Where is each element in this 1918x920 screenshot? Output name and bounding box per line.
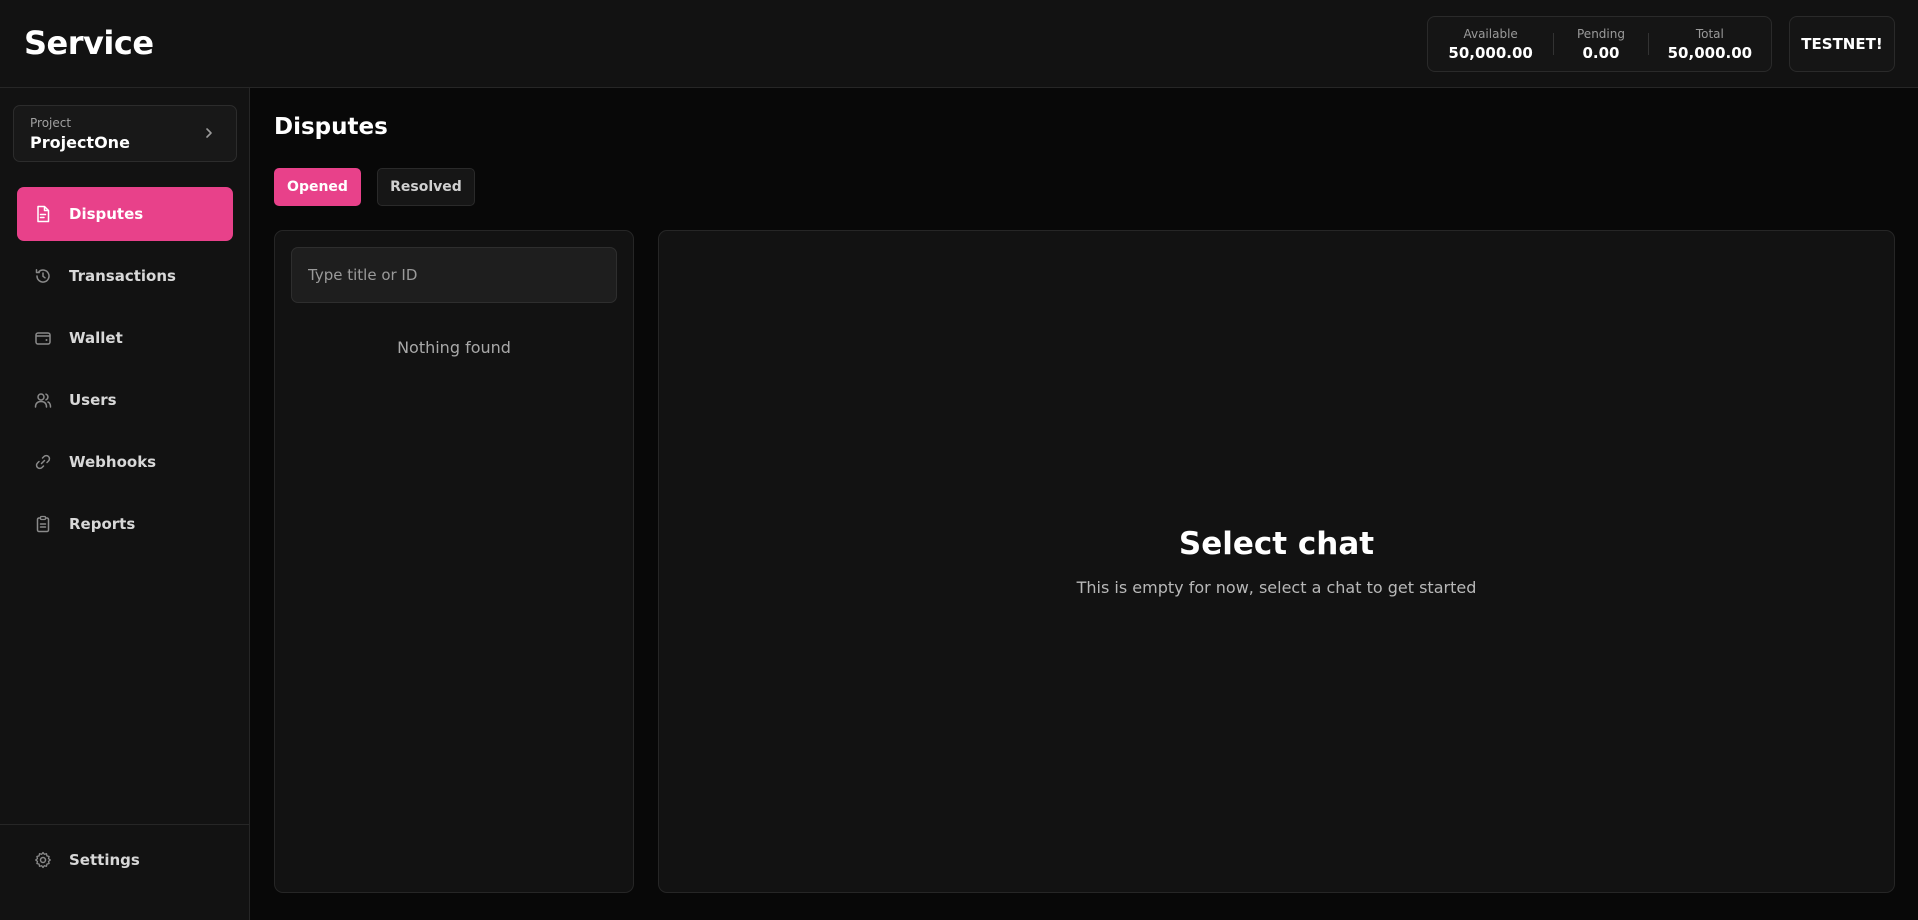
balance-total: Total 50,000.00 [1649,17,1771,71]
sidebar-item-users[interactable]: Users [17,373,233,427]
app-root: Service Available 50,000.00 Pending 0.00… [0,0,1918,920]
project-name: ProjectOne [30,133,130,152]
sidebar-item-label: Users [69,391,117,409]
balance-total-value: 50,000.00 [1667,43,1753,62]
chat-empty-title: Select chat [1178,526,1375,562]
users-icon [33,390,53,410]
sidebar-item-transactions[interactable]: Transactions [17,249,233,303]
sidebar-item-webhooks[interactable]: Webhooks [17,435,233,489]
sidebar-item-disputes[interactable]: Disputes [17,187,233,241]
wallet-icon [33,328,53,348]
link-icon [33,452,53,472]
sidebar-item-label: Reports [69,515,136,533]
tab-opened[interactable]: Opened [274,168,361,206]
tab-resolved[interactable]: Resolved [377,168,475,206]
balance-available-value: 50,000.00 [1448,43,1533,62]
balance-pending-value: 0.00 [1582,43,1620,62]
project-label: Project [30,116,72,130]
network-toggle-button[interactable]: TESTNET! [1789,16,1895,72]
sidebar-item-label: Settings [69,851,140,869]
balance-summary: Available 50,000.00 Pending 0.00 Total 5… [1427,16,1772,72]
chat-panel: Select chat This is empty for now, selec… [658,230,1895,893]
clipboard-icon [33,514,53,534]
sidebar-item-label: Transactions [69,267,176,285]
empty-list-message: Nothing found [397,338,511,357]
history-icon [33,266,53,286]
sidebar-item-settings[interactable]: Settings [17,833,233,887]
document-icon [33,204,53,224]
sidebar-item-label: Disputes [69,205,144,223]
sidebar-item-wallet[interactable]: Wallet [17,311,233,365]
sidebar-item-label: Wallet [69,329,123,347]
chevron-right-icon [206,128,212,138]
search-input[interactable] [291,247,617,303]
project-selector[interactable]: Project ProjectOne [13,105,237,162]
balance-total-label: Total [1695,26,1724,41]
gear-icon [33,850,53,870]
sidebar-item-reports[interactable]: Reports [17,497,233,551]
sidebar-divider [0,824,250,825]
page-title: Disputes [274,114,388,140]
sidebar: Project ProjectOne Disputes Transactions… [0,88,250,920]
balance-pending: Pending 0.00 [1554,17,1647,71]
balance-available-label: Available [1463,26,1518,41]
sidebar-item-label: Webhooks [69,453,157,471]
top-header: Service Available 50,000.00 Pending 0.00… [0,0,1918,88]
disputes-list-panel: Nothing found [274,230,634,893]
balance-pending-label: Pending [1577,26,1625,41]
balance-available: Available 50,000.00 [1428,17,1553,71]
brand-logo[interactable]: Service [24,24,154,62]
chat-empty-subtitle: This is empty for now, select a chat to … [1076,578,1477,597]
